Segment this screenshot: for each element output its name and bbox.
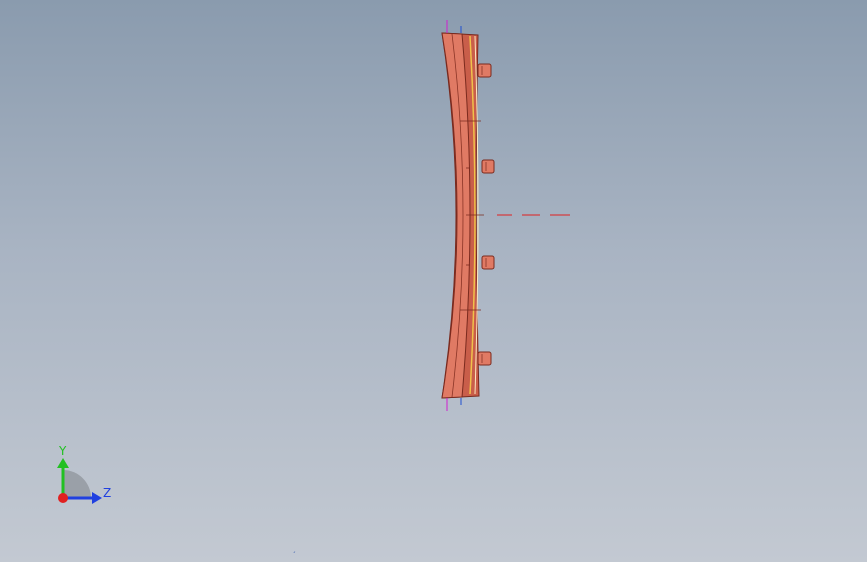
x-axis-dot	[58, 493, 68, 503]
boss-tab[interactable]	[477, 63, 492, 78]
view-orientation-triad-icon[interactable]: Y Z	[40, 440, 120, 510]
origin-marker-bottom	[446, 398, 462, 411]
origin-marker-top	[446, 20, 462, 33]
triad-quarter-disc	[63, 470, 91, 498]
stray-mark: ˏ	[292, 544, 296, 553]
curved-part[interactable]	[441, 32, 495, 399]
boss-tab[interactable]	[481, 159, 495, 174]
y-axis-label: Y	[58, 444, 67, 458]
boss-tab[interactable]	[477, 351, 492, 366]
graphics-viewport[interactable]: Y Z ˏ	[0, 0, 867, 562]
z-axis-label: Z	[103, 486, 111, 500]
boss-tab[interactable]	[481, 255, 495, 270]
model-view[interactable]	[0, 0, 867, 562]
